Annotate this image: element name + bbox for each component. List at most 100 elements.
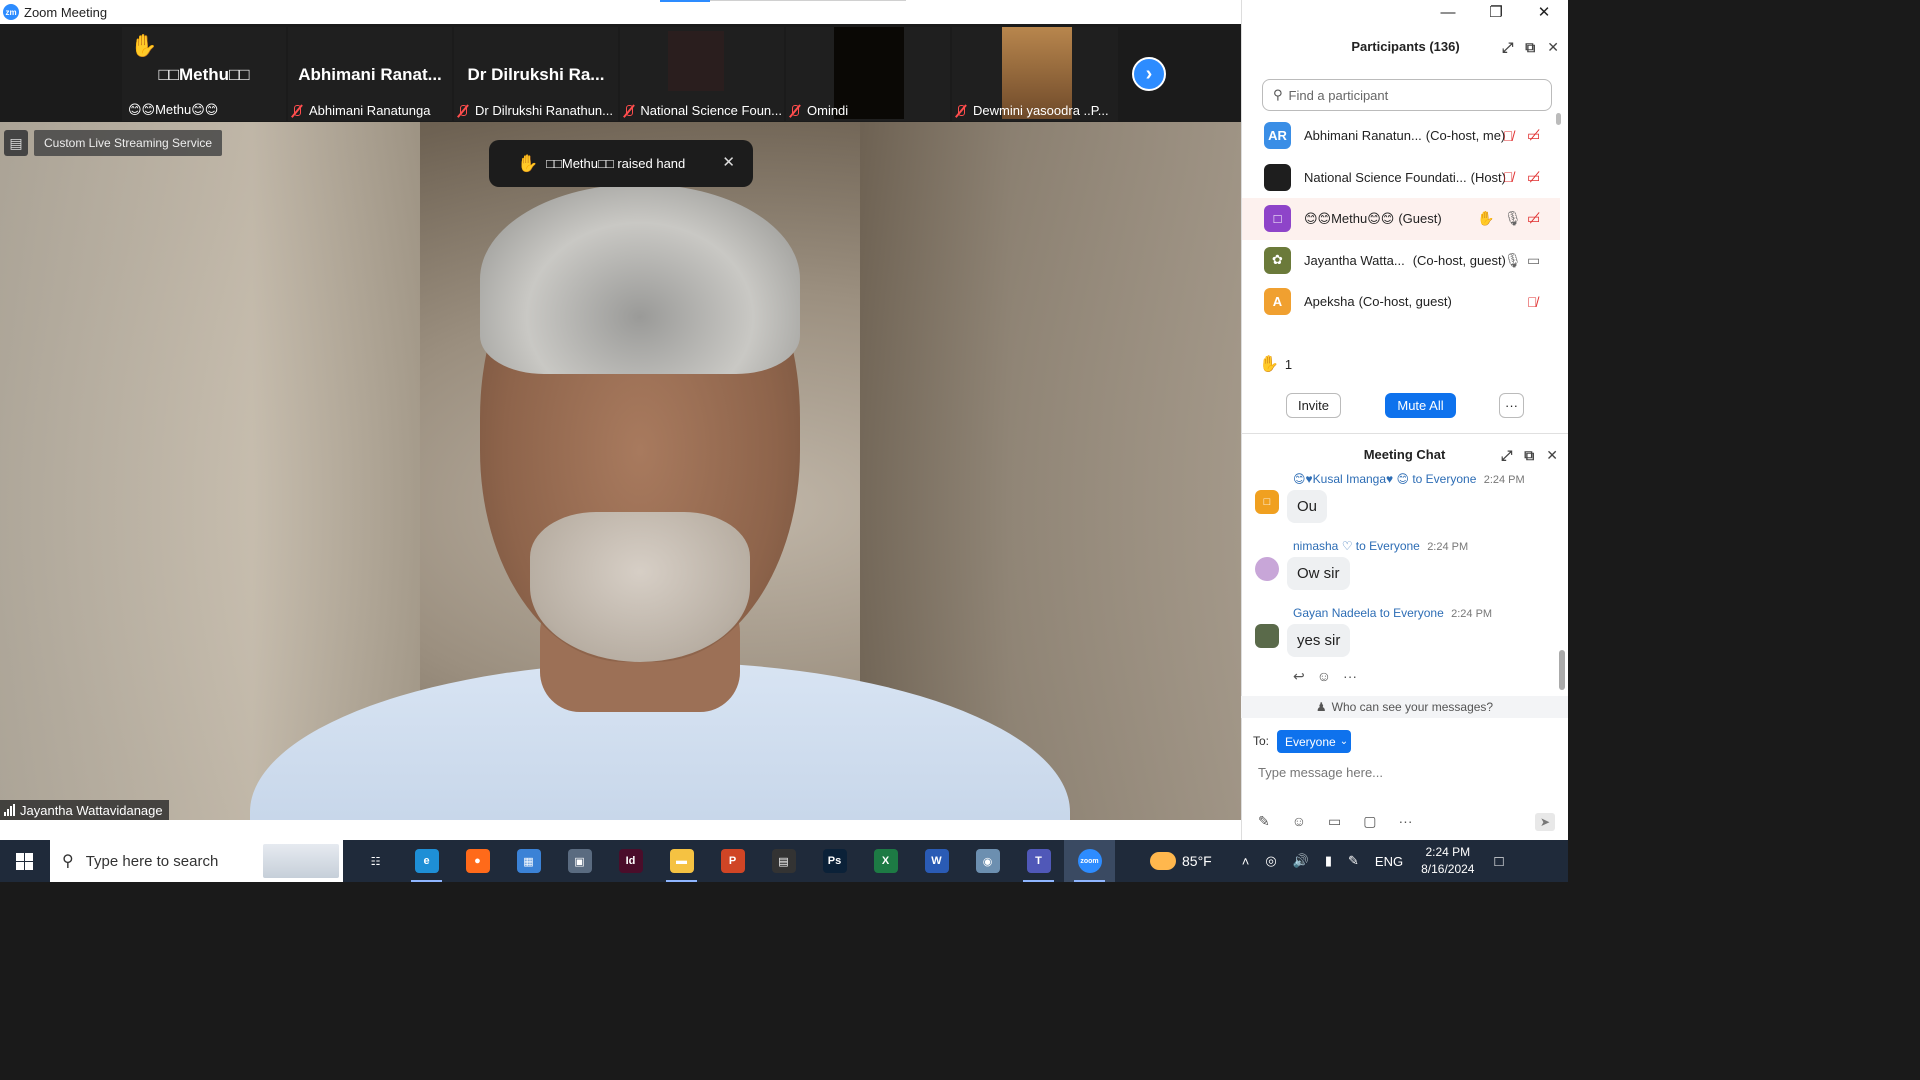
active-speaker-video <box>0 122 1241 820</box>
battery-icon[interactable]: ▮ <box>1325 853 1332 869</box>
taskbar-app-remote-app[interactable]: ◉ <box>962 840 1013 882</box>
message-sender[interactable]: 😊♥Kusal Imanga♥ 😊 <box>1293 472 1409 486</box>
video-icon[interactable]: ▭ <box>1527 252 1540 269</box>
windows-logo-icon <box>15 852 33 870</box>
participant-scrollbar[interactable] <box>1556 113 1562 338</box>
taskbar-app-file-explorer[interactable]: ▬ <box>656 840 707 882</box>
wifi-icon[interactable]: ◎ <box>1265 853 1276 869</box>
taskbar-app-firefox[interactable]: ● <box>452 840 503 882</box>
language-indicator[interactable]: ENG <box>1375 854 1403 869</box>
taskbar-app-store[interactable]: ▦ <box>503 840 554 882</box>
taskbar-app-edge[interactable]: e <box>401 840 452 882</box>
notification-icon[interactable]: □ <box>1494 853 1503 870</box>
more-options-button[interactable]: ··· <box>1499 393 1524 418</box>
video-off-icon[interactable]: ▭̸ <box>1527 210 1540 227</box>
participant-role: (Co-host, guest) <box>1412 252 1506 268</box>
invite-button[interactable]: Invite <box>1286 393 1341 418</box>
pen-icon[interactable]: ✎ <box>1348 853 1359 869</box>
file-icon[interactable]: ▭ <box>1328 813 1341 830</box>
taskbar-app-zoom[interactable]: zoom <box>1064 840 1115 882</box>
start-button[interactable] <box>0 840 48 882</box>
pop-out-icon[interactable]: ⧉ <box>1524 444 1534 466</box>
participant-row[interactable]: A Apeksha (Co-host, guest) 🎙̸ <box>1242 281 1560 323</box>
maximize-icon[interactable]: ❐ <box>1472 0 1520 24</box>
participant-row[interactable]: AR Abhimani Ranatun... (Co-host, me) 🎙̸ … <box>1242 115 1560 157</box>
mic-muted-icon[interactable]: 🎙̸ <box>1527 294 1538 310</box>
raised-hands-count[interactable]: ✋ 1 <box>1259 354 1292 374</box>
more-icon[interactable]: ··· <box>1399 813 1413 830</box>
taskbar-app-photoshop[interactable]: Ps <box>809 840 860 882</box>
reply-icon[interactable]: ↩ <box>1293 668 1305 685</box>
taskbar-app-powerpoint[interactable]: P <box>707 840 758 882</box>
temperature: 85°F <box>1182 853 1212 869</box>
format-icon[interactable]: ✎ <box>1258 813 1270 830</box>
message-sender[interactable]: nimasha ♡ <box>1293 539 1352 553</box>
store-icon: ▦ <box>516 849 541 873</box>
message-visibility-info[interactable]: ♟ Who can see your messages? <box>1241 696 1568 718</box>
chat-scrollbar[interactable] <box>1559 650 1565 690</box>
participant-row[interactable]: ✿ Jayantha Watta... (Co-host, guest) 🎙 ▭ <box>1242 240 1560 282</box>
emoji-reaction-icon[interactable]: ☺ <box>1317 668 1331 685</box>
taskbar-app-calculator[interactable]: ▣ <box>554 840 605 882</box>
video-off-icon[interactable]: ▭̸ <box>1527 169 1540 186</box>
avatar <box>1255 557 1279 581</box>
recipient-select[interactable]: Everyone ⌄ <box>1277 730 1351 753</box>
teams-icon: T <box>1026 849 1051 873</box>
taskbar-app-media-app[interactable]: ▤ <box>758 840 809 882</box>
chat-toolbar: ✎ ☺ ▭ ▢ ··· <box>1258 813 1413 830</box>
raised-hand-icon: ✋ <box>130 33 158 58</box>
thumbnail-name-label: Omindi <box>807 103 849 118</box>
minimize-icon[interactable]: — <box>1424 0 1472 24</box>
mic-muted-icon <box>788 104 802 118</box>
pop-out-icon[interactable]: ⧉ <box>1525 36 1535 58</box>
participant-search-input[interactable]: ⚲ Find a participant <box>1262 79 1552 111</box>
more-icon[interactable]: ··· <box>1343 668 1357 685</box>
participant-row[interactable]: National Science Foundati... (Host) 🎙̸ ▭… <box>1242 157 1560 199</box>
participants-title: Participants (136) <box>1351 39 1460 54</box>
close-icon[interactable]: ✕ <box>722 153 735 171</box>
chevron-up-icon[interactable]: ˄ <box>1242 854 1250 869</box>
thumbnail-name-label: Abhimani Ranatunga <box>309 103 431 118</box>
weather-widget[interactable]: 85°F <box>1150 852 1212 870</box>
mic-icon[interactable]: 🎙 <box>1504 210 1522 227</box>
close-window-icon[interactable]: ✕ <box>1520 0 1568 24</box>
taskbar-clock[interactable]: 2:24 PM 8/16/2024 <box>1421 844 1474 878</box>
taskbar-app-teams[interactable]: T <box>1013 840 1064 882</box>
taskbar-app-word[interactable]: W <box>911 840 962 882</box>
thumbnail-omindi[interactable]: Omindi <box>786 27 950 121</box>
mute-all-button[interactable]: Mute All <box>1385 393 1456 418</box>
close-panel-icon[interactable]: ✕ <box>1547 36 1559 58</box>
chat-message-input[interactable]: Type message here... <box>1258 765 1383 780</box>
message-sender[interactable]: Gayan Nadeela <box>1293 606 1376 620</box>
thumbnail-dewmini[interactable]: Dewmini yasoodra ..P... <box>952 27 1118 121</box>
collapse-icon[interactable]: ⤢ <box>1502 36 1513 58</box>
thumbnail-national-science[interactable]: National Science Foun... <box>620 27 784 121</box>
avatar: □ <box>1264 205 1291 233</box>
taskbar-app-task-view[interactable]: ☷ <box>350 840 401 882</box>
word-icon: W <box>924 849 949 873</box>
thumbnail-methu[interactable]: ✋ □□Methu□□ 😊😊Methu😊😊 <box>122 27 286 121</box>
emoji-icon[interactable]: ☺ <box>1292 813 1306 830</box>
taskbar-search-input[interactable]: ⚲ Type here to search <box>50 840 343 882</box>
live-stream-icon[interactable]: ▤ <box>4 130 28 156</box>
firefox-icon: ● <box>465 849 490 873</box>
live-stream-label[interactable]: Custom Live Streaming Service <box>34 130 223 156</box>
thumbnail-dilrukshi[interactable]: Dr Dilrukshi Ra... Dr Dilrukshi Ranathun… <box>454 27 618 121</box>
thumbnail-abhimani[interactable]: Abhimani Ranat... Abhimani Ranatunga <box>288 27 452 121</box>
collapse-icon[interactable]: ⤢ <box>1501 444 1512 466</box>
taskbar-app-indesign[interactable]: Id <box>605 840 656 882</box>
mic-muted-icon[interactable]: 🎙̸ <box>1503 169 1514 185</box>
search-icon: ⚲ <box>62 853 74 870</box>
video-off-icon[interactable]: ▭̸ <box>1527 127 1540 144</box>
participant-row[interactable]: □ 😊😊Methu😊😊 (Guest) ✋ 🎙 ▭̸ <box>1242 198 1560 240</box>
taskbar-app-excel[interactable]: X <box>860 840 911 882</box>
send-icon[interactable]: ➤ <box>1535 813 1555 831</box>
remote-app-icon: ◉ <box>975 849 1000 873</box>
mic-muted-icon[interactable]: 🎙̸ <box>1503 128 1514 144</box>
screenshot-icon[interactable]: ▢ <box>1363 813 1376 830</box>
window-controls: — ❐ ✕ <box>1424 0 1568 24</box>
next-page-arrow-icon[interactable]: › <box>1132 57 1166 91</box>
mic-icon[interactable]: 🎙 <box>1504 252 1522 269</box>
close-panel-icon[interactable]: ✕ <box>1546 444 1558 466</box>
volume-icon[interactable]: 🔊 <box>1293 853 1309 869</box>
